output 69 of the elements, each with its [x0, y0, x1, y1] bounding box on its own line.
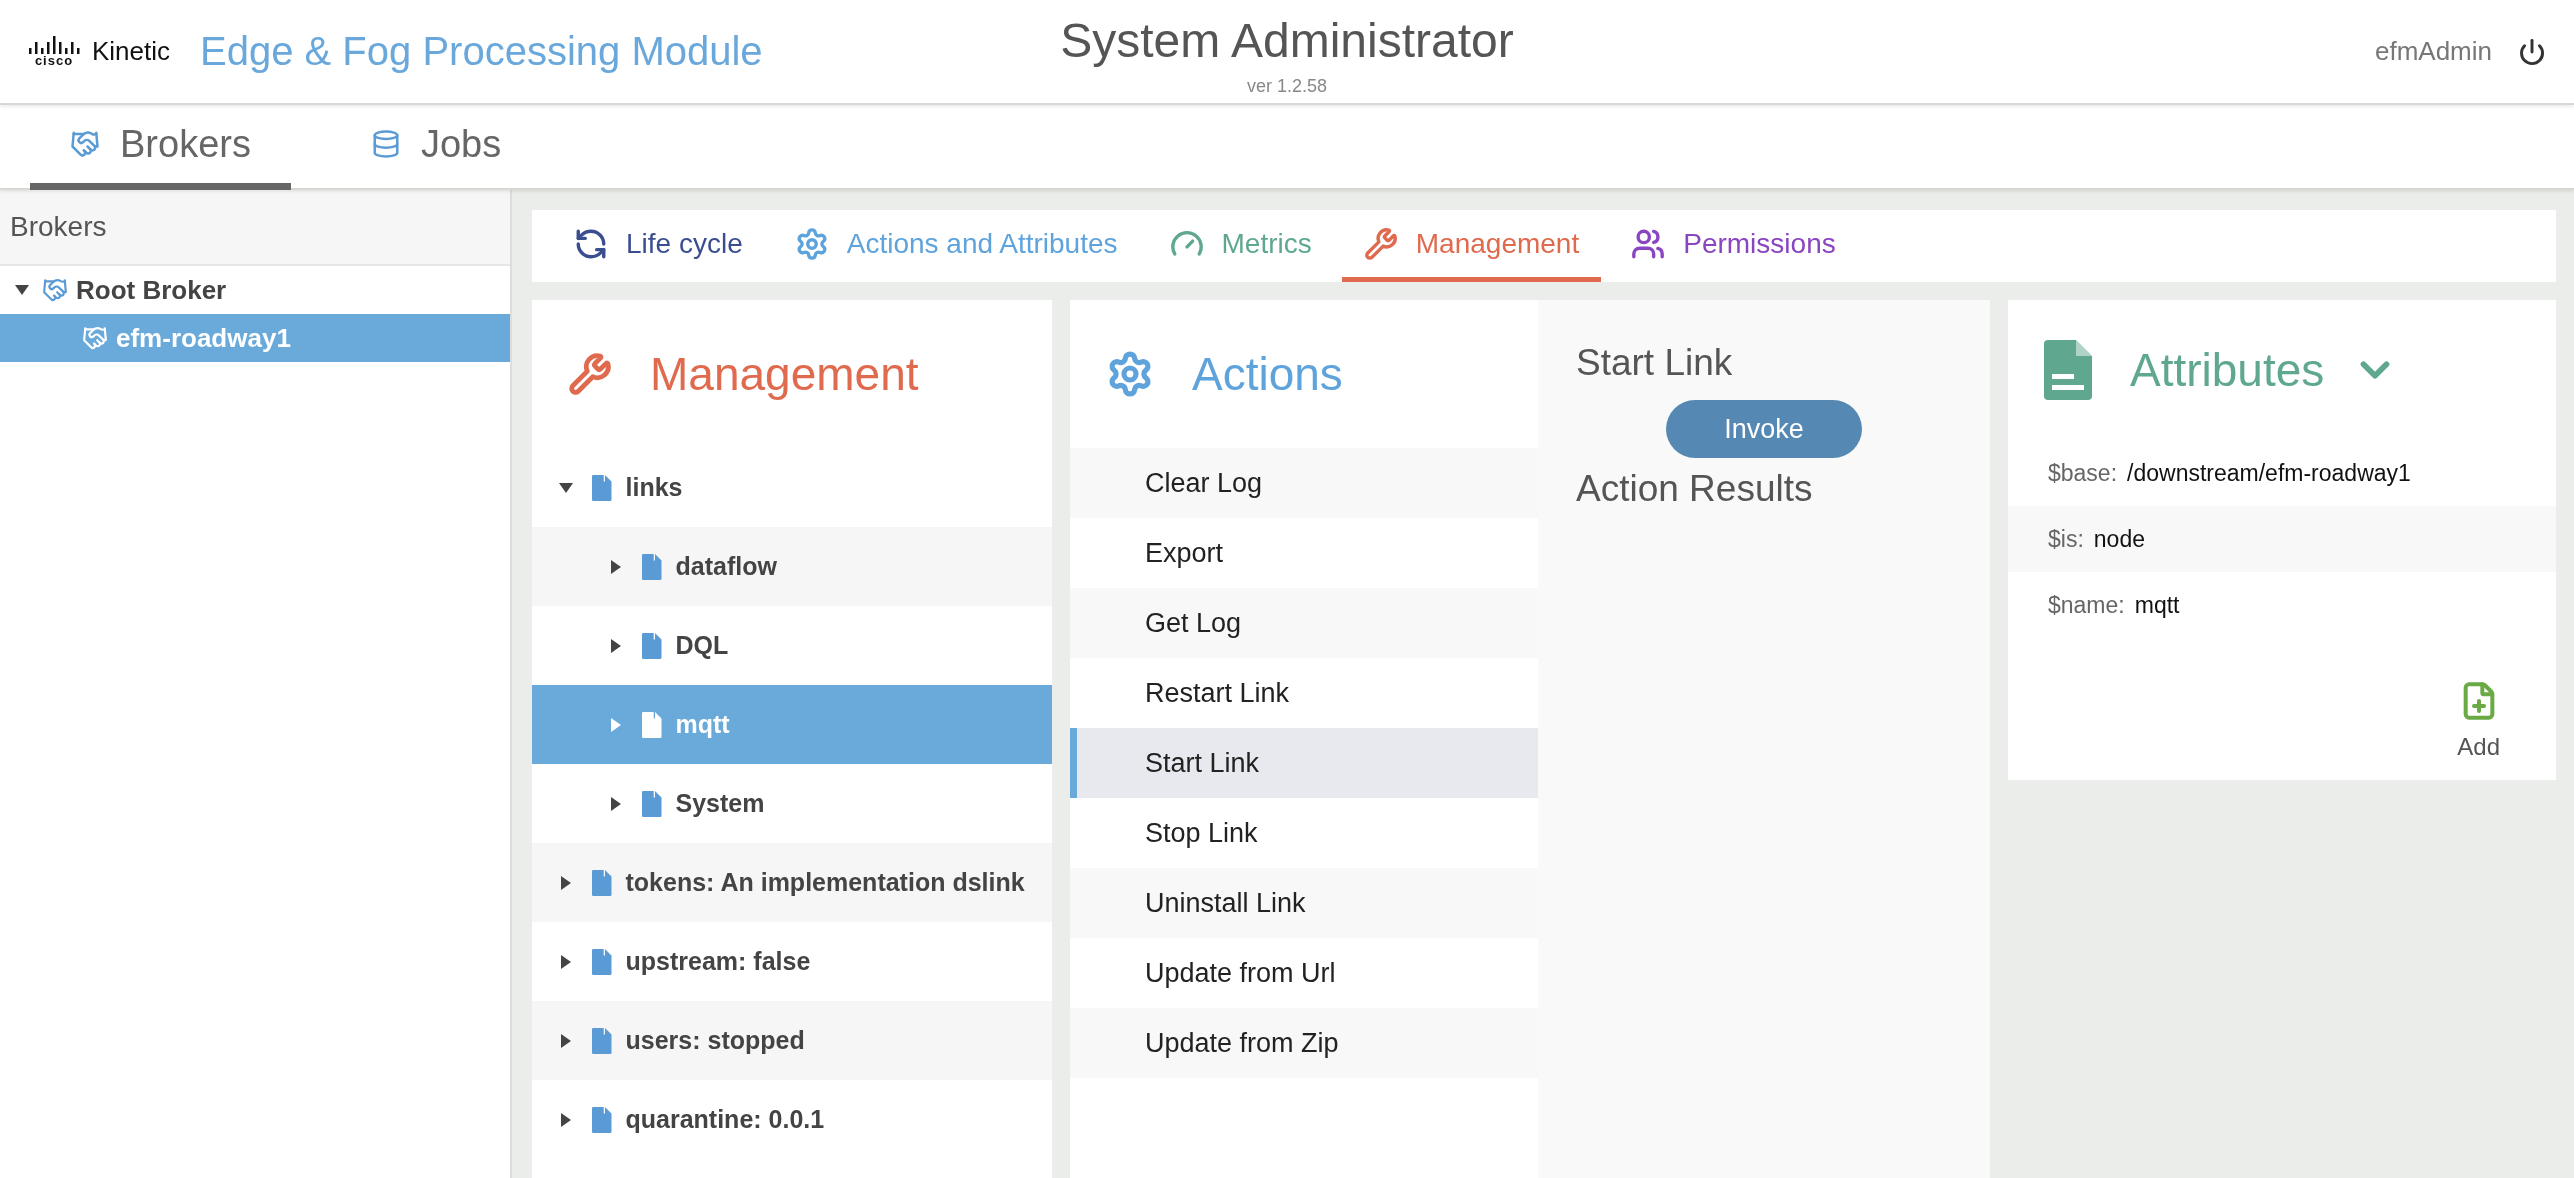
caret-icon — [611, 638, 621, 653]
file-icon — [592, 1027, 612, 1054]
file-icon — [592, 948, 612, 975]
file-icon — [592, 474, 612, 501]
user-name: efmAdmin — [2374, 36, 2492, 67]
tree-item[interactable]: users: stopped — [532, 1001, 1052, 1080]
action-item[interactable]: Uninstall Link — [1070, 868, 1538, 938]
tree-item-label: users: stopped — [625, 1026, 805, 1055]
add-button[interactable]: Add — [2451, 680, 2506, 762]
action-title: Start Link — [1576, 342, 1733, 384]
invoke-button[interactable]: Invoke — [1666, 400, 1862, 458]
caret-icon — [561, 1112, 571, 1127]
app-title: Edge & Fog Processing Module — [200, 29, 763, 74]
handshake-icon — [82, 325, 108, 351]
caret-icon — [611, 717, 621, 732]
tree-item-label: tokens: An implementation dslink — [625, 868, 1025, 897]
file-icon — [642, 553, 662, 580]
panel-title: Attributes — [2130, 343, 2325, 397]
panel-title: Management — [650, 347, 919, 401]
file-icon — [642, 711, 662, 738]
attribute-key: $name: — [2048, 591, 2125, 619]
broker-tree-item[interactable]: Root Broker — [0, 266, 510, 314]
logo-wordmark: cisco — [34, 54, 74, 67]
power-icon[interactable] — [2518, 37, 2546, 66]
gear-icon — [794, 226, 829, 261]
results-title: Action Results — [1576, 468, 1813, 510]
nav-tab[interactable]: Jobs — [330, 105, 542, 190]
broker-label: Root Broker — [76, 274, 227, 306]
handshake-icon — [42, 277, 68, 303]
tree-item[interactable]: dataflow — [532, 527, 1052, 606]
tree-item-label: upstream: false — [625, 947, 811, 976]
caret-icon — [559, 482, 573, 493]
attribute-value: mqtt — [2134, 591, 2180, 619]
tree-item-label: links — [625, 473, 683, 502]
action-item[interactable]: Update from Zip — [1070, 1008, 1538, 1078]
file-icon — [642, 632, 662, 659]
caret-icon — [561, 954, 571, 969]
page-title: System Administrator — [1060, 12, 1514, 68]
action-item[interactable]: Clear Log — [1070, 448, 1538, 518]
file-icon — [592, 869, 612, 896]
tree-item-label: quarantine: 0.0.1 — [625, 1105, 825, 1134]
attribute-value: node — [2093, 525, 2145, 553]
handshake-icon — [70, 129, 100, 159]
caret-icon — [561, 1033, 571, 1048]
tree-item-label: DQL — [675, 631, 729, 660]
tab[interactable]: Life cycle — [552, 210, 765, 282]
broker-label: efm-roadway1 — [116, 322, 291, 354]
tree-item[interactable]: tokens: An implementation dslink — [532, 843, 1052, 922]
tree-item-label: mqtt — [675, 710, 730, 739]
file-icon — [642, 790, 662, 817]
caret-icon — [15, 285, 29, 295]
attribute-key: $base: — [2048, 459, 2118, 487]
document-icon — [2044, 340, 2092, 400]
tree-item-label: System — [675, 789, 765, 818]
logo-text: Kinetic — [92, 36, 171, 67]
file-icon — [592, 1106, 612, 1133]
attribute-key: $is: — [2048, 525, 2084, 553]
action-item[interactable]: Get Log — [1070, 588, 1538, 658]
caret-icon — [611, 559, 621, 574]
sidebar-title: Brokers — [0, 190, 510, 266]
action-item[interactable]: Start Link — [1070, 728, 1538, 798]
tab[interactable]: Permissions — [1609, 210, 1858, 282]
caret-icon — [611, 796, 621, 811]
version-label: ver 1.2.58 — [1246, 75, 1328, 97]
caret-icon — [561, 875, 571, 890]
logo-bars-icon — [28, 36, 80, 54]
panel-title: Actions — [1192, 347, 1343, 401]
attribute-value: /downstream/efm-roadway1 — [2127, 459, 2411, 487]
tree-item-label: dataflow — [675, 552, 777, 581]
